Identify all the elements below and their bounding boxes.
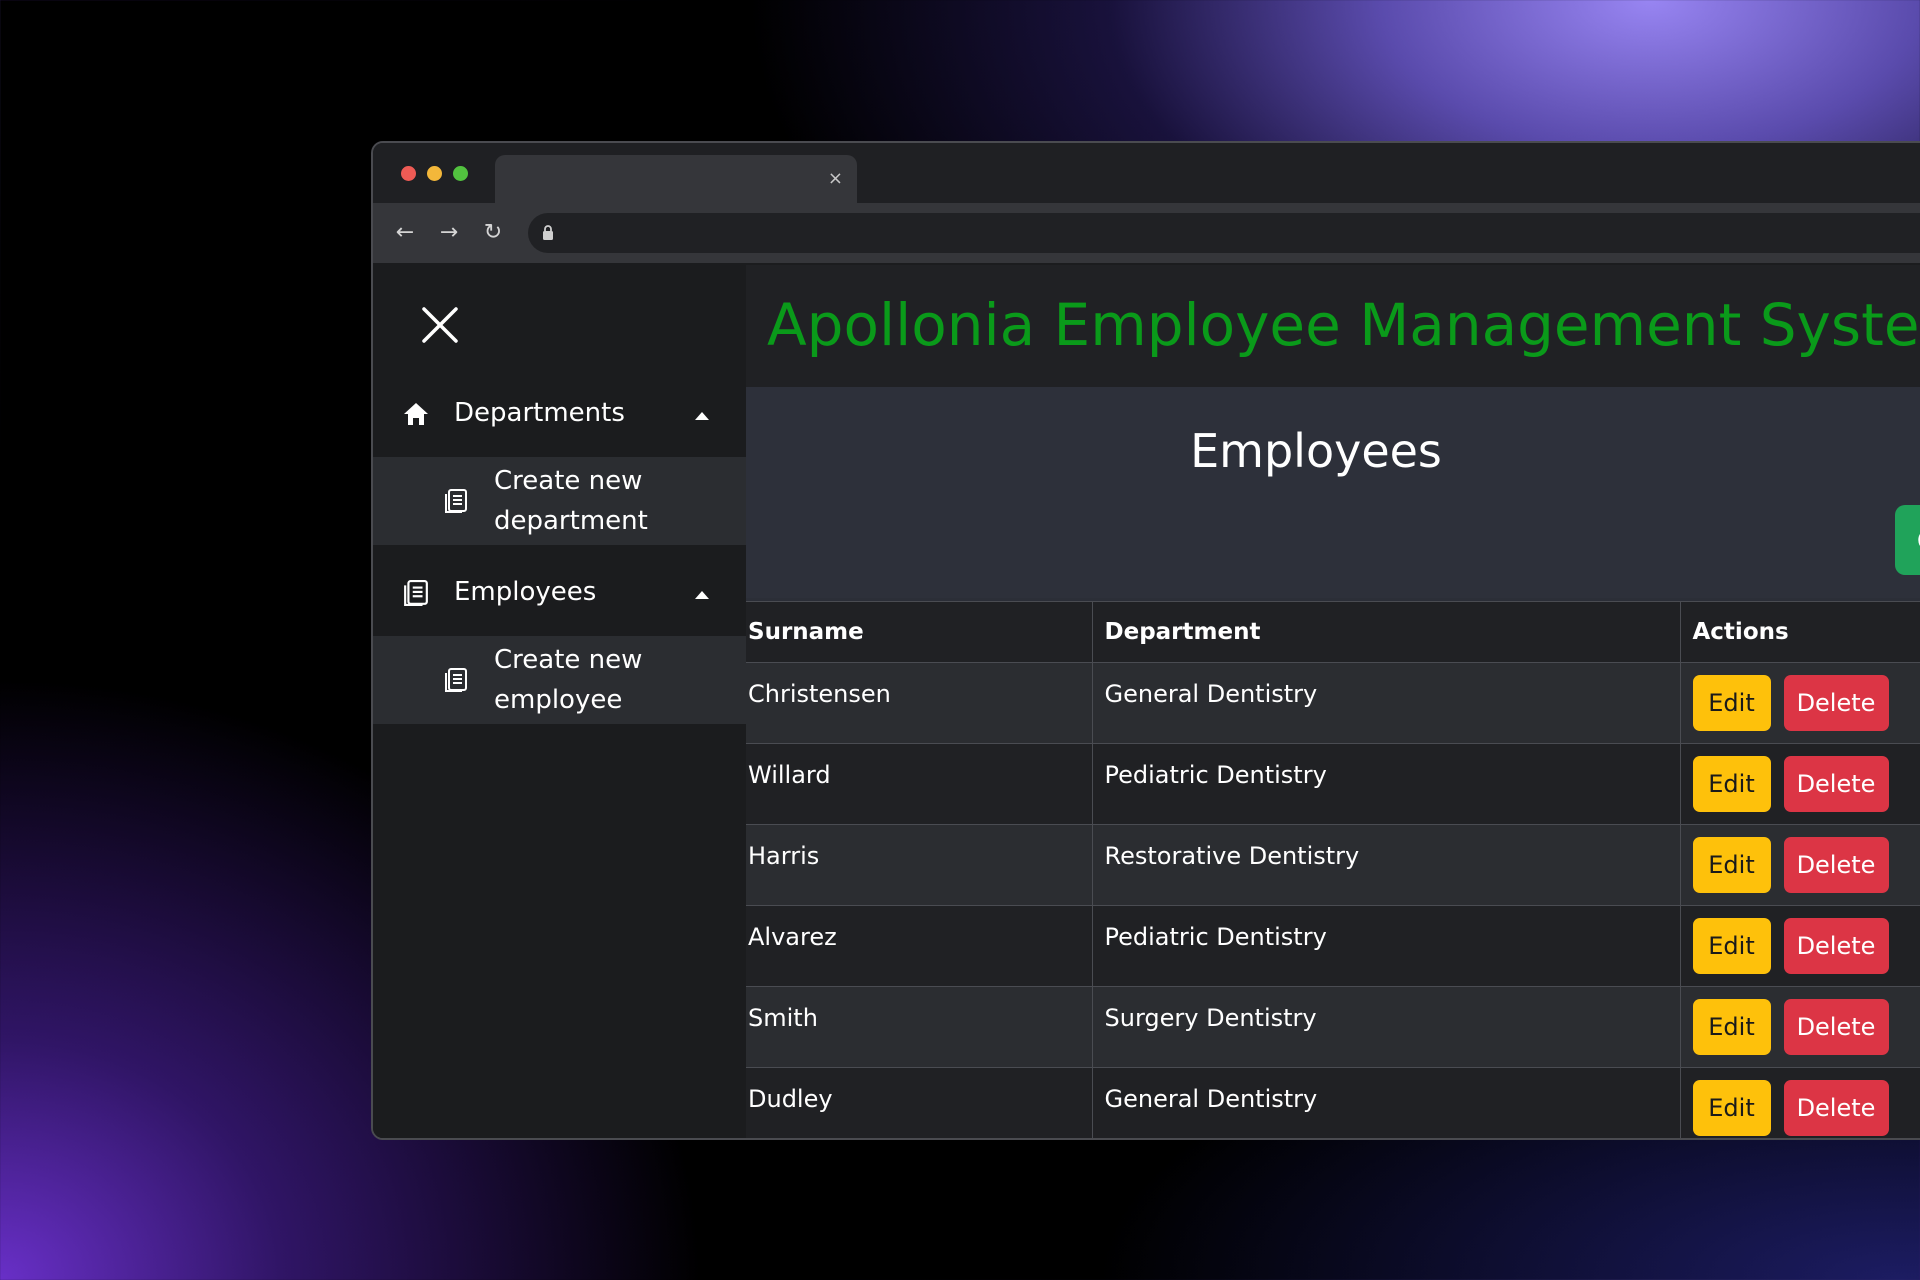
header-panel: Employees C	[746, 387, 1920, 598]
cell-department: Pediatric Dentistry	[1092, 743, 1681, 825]
cell-department: General Dentistry	[1092, 1067, 1681, 1138]
caret-up-icon[interactable]	[695, 412, 709, 420]
window-minimize-dot[interactable]	[427, 166, 442, 181]
list-icon	[445, 489, 467, 513]
cell-department: Surgery Dentistry	[1092, 986, 1681, 1068]
column-header-surname[interactable]: Surname	[746, 601, 1093, 663]
close-menu-icon[interactable]	[420, 305, 460, 345]
create-employee-button[interactable]: C	[1895, 505, 1920, 575]
back-arrow-icon[interactable]: ←	[390, 218, 420, 248]
cell-actions: Edit Delete	[1680, 662, 1920, 744]
edit-button[interactable]: Edit	[1692, 918, 1771, 974]
address-bar[interactable]	[528, 213, 1920, 253]
delete-button[interactable]: Delete	[1783, 675, 1889, 731]
delete-button[interactable]: Delete	[1783, 837, 1889, 893]
sidebar-subitem-create-department[interactable]: Create new department	[373, 457, 746, 545]
window-maximize-dot[interactable]	[453, 166, 468, 181]
delete-button[interactable]: Delete	[1783, 918, 1889, 974]
cell-surname: Alvarez	[746, 905, 1093, 987]
cell-department: Pediatric Dentistry	[1092, 905, 1681, 987]
sidebar-item-label: Departments	[454, 398, 625, 428]
table-row: Smith Surgery Dentistry Edit Delete	[746, 986, 1920, 1068]
sidebar-item-employees[interactable]: Employees	[373, 552, 746, 636]
sidebar-subitem-create-employee[interactable]: Create new employee	[373, 636, 746, 724]
browser-tabbar: ×	[373, 143, 1920, 203]
cell-surname: Harris	[746, 824, 1093, 906]
page-content: Departments Create new department Employ…	[373, 265, 1920, 1138]
sidebar: Departments Create new department Employ…	[373, 265, 746, 1138]
cell-actions: Edit Delete	[1680, 824, 1920, 906]
sidebar-item-departments[interactable]: Departments	[373, 373, 746, 457]
edit-button[interactable]: Edit	[1692, 999, 1771, 1055]
cell-surname: Smith	[746, 986, 1093, 1068]
edit-button[interactable]: Edit	[1692, 837, 1771, 893]
table-row: Willard Pediatric Dentistry Edit Delete	[746, 743, 1920, 825]
delete-button[interactable]: Delete	[1783, 756, 1889, 812]
edit-button[interactable]: Edit	[1692, 756, 1771, 812]
caret-up-icon[interactable]	[695, 591, 709, 599]
home-icon	[404, 403, 428, 425]
list-icon	[445, 668, 467, 692]
cell-surname: Willard	[746, 743, 1093, 825]
cell-surname: Dudley	[746, 1067, 1093, 1138]
cell-department: Restorative Dentistry	[1092, 824, 1681, 906]
cell-surname: Christensen	[746, 662, 1093, 744]
reload-icon[interactable]: ↻	[478, 218, 508, 248]
lock-icon	[543, 225, 553, 240]
table-row: Harris Restorative Dentistry Edit Delete	[746, 824, 1920, 906]
sidebar-subitem-label: Create new department	[494, 466, 648, 536]
employees-table: Surname Department Actions Christensen G…	[746, 601, 1920, 1138]
list-icon	[404, 580, 428, 606]
window-close-dot[interactable]	[401, 166, 416, 181]
browser-tab[interactable]: ×	[495, 155, 857, 203]
browser-window: × ← → ↻ Departments Create new departmen…	[371, 141, 1920, 1140]
table-row: Dudley General Dentistry Edit Delete	[746, 1067, 1920, 1138]
forward-arrow-icon[interactable]: →	[434, 218, 464, 248]
cell-actions: Edit Delete	[1680, 986, 1920, 1068]
cell-department: General Dentistry	[1092, 662, 1681, 744]
table-row: Alvarez Pediatric Dentistry Edit Delete	[746, 905, 1920, 987]
tab-close-icon[interactable]: ×	[828, 167, 843, 191]
cell-actions: Edit Delete	[1680, 905, 1920, 987]
cell-actions: Edit Delete	[1680, 743, 1920, 825]
delete-button[interactable]: Delete	[1783, 1080, 1889, 1136]
sidebar-subitem-label: Create new employee	[494, 645, 643, 715]
table-row: Christensen General Dentistry Edit Delete	[746, 662, 1920, 744]
page-title: Employees	[1190, 424, 1442, 478]
edit-button[interactable]: Edit	[1692, 675, 1771, 731]
table-header-row: Surname Department Actions	[746, 601, 1920, 663]
edit-button[interactable]: Edit	[1692, 1080, 1771, 1136]
browser-toolbar: ← → ↻	[373, 203, 1920, 263]
delete-button[interactable]: Delete	[1783, 999, 1889, 1055]
app-title: Apollonia Employee Management System	[767, 291, 1920, 359]
column-header-department[interactable]: Department	[1092, 601, 1681, 663]
column-header-actions: Actions	[1680, 601, 1920, 663]
cell-actions: Edit Delete	[1680, 1067, 1920, 1138]
main-content: Employees C Surname Department Actions	[746, 387, 1920, 1138]
sidebar-item-label: Employees	[454, 577, 597, 607]
